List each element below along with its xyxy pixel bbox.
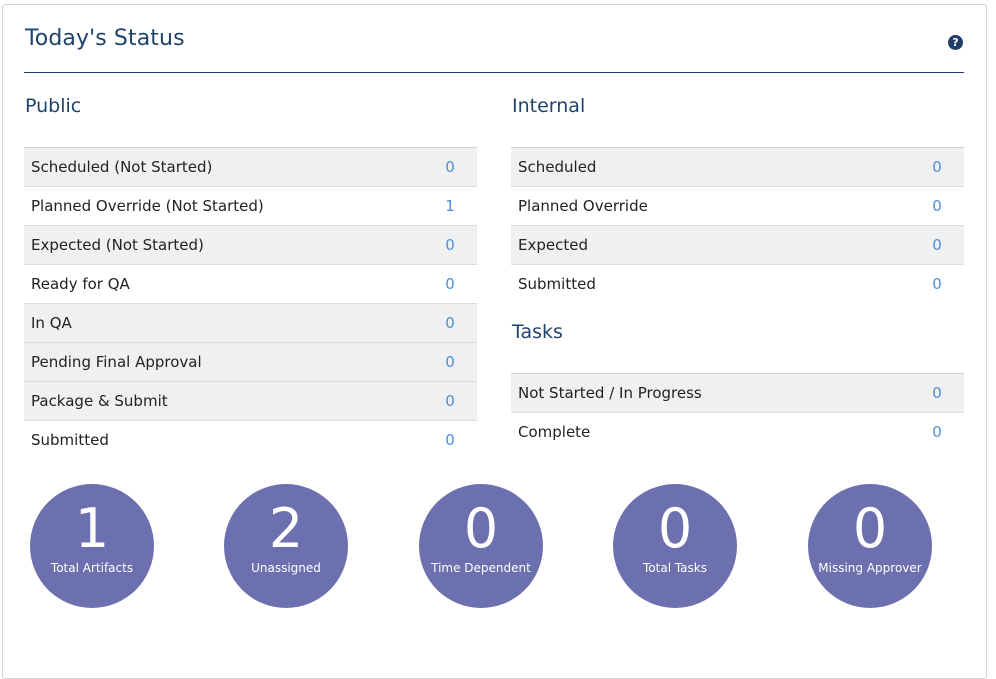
- unassigned-tile[interactable]: 2 Unassigned: [224, 484, 348, 608]
- time-dependent-tile[interactable]: 0 Time Dependent: [419, 484, 543, 608]
- total-artifacts-tile[interactable]: 1 Total Artifacts: [30, 484, 154, 608]
- row-count-link[interactable]: 0: [910, 225, 964, 265]
- internal-status-table: Scheduled 0 Planned Override 0 Expected 0 S…: [511, 147, 964, 304]
- row-count-link[interactable]: 0: [910, 265, 964, 304]
- page-title: Today's Status: [25, 26, 185, 51]
- row-label: Planned Override: [518, 197, 648, 215]
- table-row: Package & Submit 0: [24, 381, 477, 421]
- tile-number: 0: [463, 497, 499, 560]
- table-row: Planned Override 0: [511, 186, 964, 226]
- row-label: Not Started / In Progress: [511, 373, 910, 413]
- row-count-link[interactable]: 0: [423, 421, 477, 460]
- table-row: In QA 0: [24, 303, 477, 343]
- public-status-table: Scheduled (Not Started) 0 Planned Overrid…: [24, 147, 477, 460]
- row-count-link[interactable]: 0: [423, 303, 477, 343]
- row-label: Submitted: [31, 431, 109, 450]
- row-count-link[interactable]: 0: [910, 373, 964, 413]
- row-label: Scheduled: [511, 147, 910, 187]
- tile-label: Unassigned: [251, 561, 321, 575]
- row-count-link[interactable]: 1: [423, 187, 477, 226]
- tasks-heading: Tasks: [512, 321, 563, 343]
- row-count-link[interactable]: 0: [423, 381, 477, 421]
- tile-number: 2: [268, 497, 304, 560]
- table-row: Expected 0: [511, 225, 964, 265]
- internal-heading: Internal: [512, 95, 586, 117]
- row-label: Submitted: [518, 275, 596, 294]
- tile-label: Time Dependent: [431, 561, 531, 575]
- row-count-link[interactable]: 0: [423, 342, 477, 382]
- row-count-link[interactable]: 0: [423, 265, 477, 304]
- table-row: Complete 0: [511, 412, 964, 452]
- table-row: Expected (Not Started) 0: [24, 225, 477, 265]
- tile-number: 0: [852, 497, 888, 560]
- row-count-link[interactable]: 0: [423, 147, 477, 187]
- row-label: Complete: [518, 423, 591, 442]
- row-label: Ready for QA: [31, 275, 130, 293]
- table-row: Ready for QA 0: [24, 264, 477, 304]
- table-row: Planned Override (Not Started) 1: [24, 186, 477, 226]
- row-label: In QA: [24, 303, 423, 343]
- row-label: Pending Final Approval: [24, 342, 423, 382]
- table-row: Submitted 0: [511, 264, 964, 304]
- row-count-link[interactable]: 0: [910, 147, 964, 187]
- row-label: Package & Submit: [24, 381, 423, 421]
- tasks-status-table: Not Started / In Progress 0 Complete 0: [511, 373, 964, 452]
- tile-label: Missing Approver: [818, 561, 922, 575]
- public-heading: Public: [25, 95, 82, 117]
- total-tasks-tile[interactable]: 0 Total Tasks: [613, 484, 737, 608]
- table-row: Scheduled 0: [511, 147, 964, 187]
- table-row: Pending Final Approval 0: [24, 342, 477, 382]
- table-row: Not Started / In Progress 0: [511, 373, 964, 413]
- row-count-link[interactable]: 0: [910, 413, 964, 452]
- tile-number: 0: [657, 497, 693, 560]
- row-label: Expected (Not Started): [24, 225, 423, 265]
- table-row: Submitted 0: [24, 420, 477, 460]
- row-label: Scheduled (Not Started): [24, 147, 423, 187]
- title-divider: [24, 72, 964, 73]
- row-count-link[interactable]: 0: [910, 187, 964, 226]
- missing-approver-tile[interactable]: 0 Missing Approver: [808, 484, 932, 608]
- row-label: Expected: [511, 225, 910, 265]
- table-row: Scheduled (Not Started) 0: [24, 147, 477, 187]
- row-count-link[interactable]: 0: [423, 225, 477, 265]
- help-icon[interactable]: ?: [948, 35, 963, 50]
- tile-number: 1: [74, 497, 110, 560]
- tile-label: Total Tasks: [643, 561, 707, 575]
- tile-label: Total Artifacts: [50, 561, 134, 575]
- row-label: Planned Override (Not Started): [31, 197, 264, 215]
